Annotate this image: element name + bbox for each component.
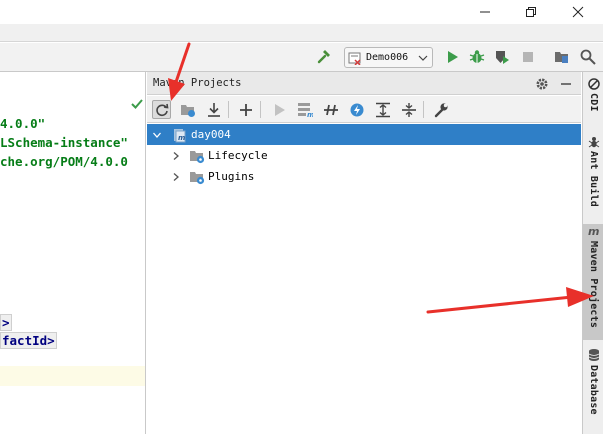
stop-button[interactable] [519, 48, 537, 66]
cdi-icon [587, 78, 600, 90]
run-config-label: Demo006 [366, 52, 409, 63]
database-icon [588, 349, 599, 361]
svg-text:m: m [588, 225, 599, 238]
code-line: factId> [0, 332, 57, 349]
debug-icon [469, 50, 485, 63]
gear-icon [536, 78, 547, 89]
skip-tests-button[interactable] [347, 100, 366, 119]
coverage-icon [496, 51, 509, 64]
maven-goal-icon: m [297, 102, 313, 118]
download-icon [207, 102, 220, 117]
hammer-icon [317, 50, 330, 64]
tree-item-label: Plugins [208, 170, 255, 183]
generate-sources-button[interactable] [178, 100, 197, 119]
tag-highlight: > [0, 314, 12, 331]
code-line: 4.0.0" [0, 116, 46, 131]
maven-project-tree: m day004 Lifecycle Plugins [147, 124, 581, 434]
expand-all-icon [375, 102, 390, 117]
folder-refresh-icon [180, 104, 195, 117]
collapse-all-icon [401, 102, 416, 117]
code-line: > [0, 314, 12, 331]
tool-tab-cdi[interactable]: CDI [583, 78, 603, 132]
collapse-all-button[interactable] [399, 100, 418, 119]
current-line-highlight [0, 366, 145, 386]
close-button[interactable] [555, 0, 601, 24]
tool-tab-label: Maven Projects [588, 241, 599, 329]
stop-icon [523, 52, 533, 62]
tag-highlight: factId> [0, 332, 57, 349]
maven-project-icon: m [174, 128, 186, 142]
add-maven-project-button[interactable] [236, 100, 255, 119]
menu-bar [0, 24, 603, 42]
chevron-down-icon [418, 55, 428, 61]
svg-text:m: m [307, 111, 313, 118]
tree-item-label: Lifecycle [208, 149, 268, 162]
run-icon [448, 51, 458, 63]
search-everywhere-button[interactable] [579, 48, 597, 66]
wrench-icon [434, 102, 448, 117]
tool-tab-label: CDI [588, 93, 599, 112]
minimize-icon [480, 11, 490, 13]
run-maven-build-button[interactable] [269, 100, 288, 119]
tool-tab-label: Ant Build [588, 151, 599, 207]
refresh-icon [155, 103, 168, 116]
run-button[interactable] [443, 48, 461, 66]
tool-tab-database[interactable]: Database [583, 348, 603, 434]
folder-gear-icon [190, 171, 205, 184]
coverage-button[interactable] [493, 48, 511, 66]
panel-hide-button[interactable] [557, 75, 574, 92]
restore-icon [526, 7, 536, 17]
debug-button[interactable] [468, 48, 486, 66]
project-structure-icon [555, 52, 568, 63]
offline-mode-icon [323, 104, 338, 115]
show-dependencies-button[interactable] [373, 100, 392, 119]
tree-item-project[interactable]: m day004 [147, 124, 581, 145]
execute-goal-button[interactable]: m [295, 100, 314, 119]
download-sources-button[interactable] [204, 100, 223, 119]
tree-item-label: day004 [191, 128, 231, 141]
search-icon [580, 49, 596, 65]
chevron-down-icon[interactable] [152, 130, 162, 140]
maven-projects-panel: Maven Projects m day004 Lifecycle Plugin… [147, 72, 581, 434]
code-line: LSchema-instance" [0, 135, 128, 150]
run-icon [274, 103, 285, 116]
maven-settings-button[interactable] [431, 100, 450, 119]
chevron-right-icon[interactable] [171, 151, 181, 161]
maven-panel-title: Maven Projects [153, 77, 242, 89]
svg-text:m: m [178, 134, 185, 142]
close-icon [572, 6, 584, 18]
maven-icon: m [588, 225, 599, 238]
skip-tests-icon [350, 103, 363, 116]
minimize-button[interactable] [462, 0, 508, 24]
toolbar-separator [423, 101, 424, 118]
tree-item-lifecycle[interactable]: Lifecycle [147, 145, 581, 166]
toolbar-separator [228, 101, 229, 118]
tool-tab-label: Database [588, 365, 599, 415]
main-toolbar: Demo006 [0, 43, 603, 72]
panel-settings-button[interactable] [533, 75, 550, 92]
folder-gear-icon [190, 150, 205, 163]
chevron-right-icon[interactable] [171, 172, 181, 182]
project-structure-button[interactable] [553, 48, 571, 66]
plus-icon [239, 103, 252, 116]
maven-toolbar: m [147, 96, 581, 123]
ant-icon [588, 137, 599, 148]
restore-button[interactable] [508, 0, 554, 24]
checkmark-icon [131, 99, 143, 109]
maven-panel-header: Maven Projects [147, 72, 581, 95]
toolbar-separator [260, 101, 261, 118]
tool-tab-ant-build[interactable]: Ant Build [583, 136, 603, 216]
code-editor[interactable]: 4.0.0" LSchema-instance" che.org/POM/4.0… [0, 72, 146, 434]
title-bar [0, 0, 603, 24]
run-config-icon [348, 52, 361, 65]
build-button[interactable] [315, 48, 333, 66]
minimize-icon [560, 82, 571, 85]
code-line: che.org/POM/4.0.0 [0, 154, 128, 169]
tool-tab-maven-projects[interactable]: m Maven Projects [583, 224, 603, 340]
tree-item-plugins[interactable]: Plugins [147, 166, 581, 187]
toggle-offline-mode-button[interactable] [321, 100, 340, 119]
reimport-button[interactable] [152, 100, 171, 119]
run-config-selector[interactable]: Demo006 [344, 47, 433, 68]
right-tool-window-bar: CDI Ant Build m Maven Projects Database [582, 72, 603, 434]
